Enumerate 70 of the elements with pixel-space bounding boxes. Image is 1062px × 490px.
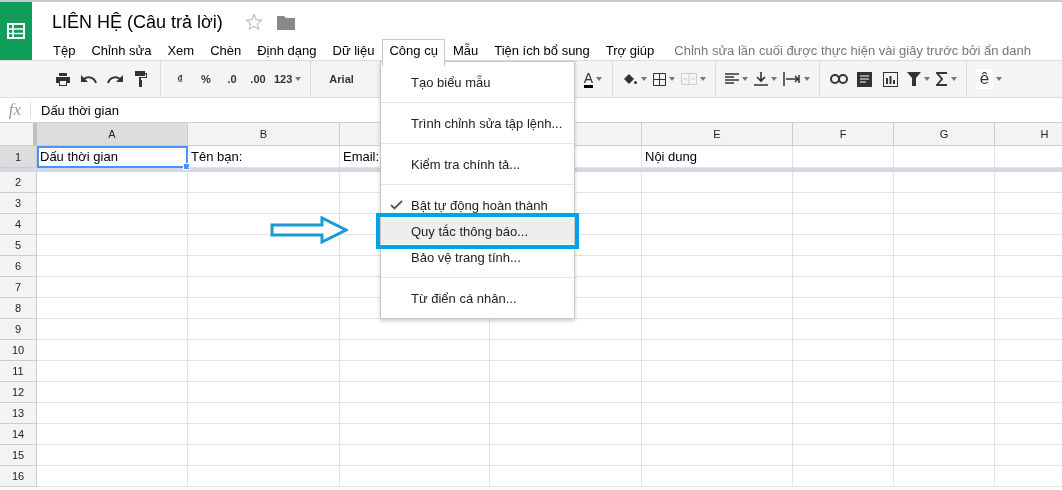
row-header[interactable]: 9 <box>0 319 37 340</box>
format-button[interactable]: .00 <box>245 65 271 93</box>
table-cell: Dấu thời gian <box>37 146 188 168</box>
sigma-icon <box>935 72 948 86</box>
row-header[interactable]: 10 <box>0 340 37 361</box>
row-header[interactable]: 8 <box>0 298 37 319</box>
format-button[interactable]: 123 <box>271 65 305 93</box>
menu-item[interactable]: Dữ liệu <box>324 39 383 61</box>
column-header[interactable]: E <box>642 123 793 146</box>
menu-item[interactable]: Mẫu <box>444 39 487 61</box>
align-bottom-icon <box>753 72 768 86</box>
borders-icon <box>652 72 666 86</box>
function-label: fx <box>7 100 23 120</box>
row-header[interactable]: 14 <box>0 424 37 445</box>
row-header[interactable]: 5 <box>0 235 37 256</box>
formula-input[interactable]: Dấu thời gian <box>41 102 119 118</box>
column-header[interactable]: B <box>188 123 340 146</box>
star-icon[interactable] <box>244 13 263 31</box>
text-color-button[interactable]: A <box>579 65 606 93</box>
row-header[interactable]: 12 <box>0 382 37 403</box>
row-header[interactable]: 3 <box>0 193 37 214</box>
row-header[interactable]: 4 <box>0 214 37 235</box>
row-header[interactable]: 2 <box>0 172 37 193</box>
last-edit-note[interactable]: Chỉnh sửa lần cuối được thực hiện vài giây trước bởi ẩn danh <box>674 42 1032 58</box>
menu-item[interactable]: Chèn <box>202 39 250 61</box>
column-header[interactable]: G <box>894 123 995 146</box>
column-header[interactable]: H <box>995 123 1062 146</box>
redo-icon <box>107 74 123 84</box>
row-header[interactable]: 15 <box>0 445 37 466</box>
sheet-icon <box>7 23 25 39</box>
comment-icon <box>857 71 873 87</box>
link-icon <box>829 74 848 84</box>
document-title[interactable]: LIÊN HỆ (Câu trả lời) <box>52 11 223 33</box>
menu-option[interactable]: Trình chỉnh sửa tập lệnh... <box>381 110 574 136</box>
menu-item[interactable]: Xem <box>159 39 203 61</box>
paint-roller-icon <box>135 71 147 87</box>
printer-icon <box>56 72 70 86</box>
format-button[interactable]: .0 <box>219 65 245 93</box>
undo-icon <box>81 74 97 84</box>
row-header[interactable]: 16 <box>0 466 37 487</box>
font-dropdown[interactable]: Arial <box>317 65 366 93</box>
arrow-icon <box>270 216 348 244</box>
format-button[interactable]: % <box>193 65 219 93</box>
sheets-logo[interactable] <box>0 2 32 60</box>
chart-icon <box>882 70 900 88</box>
menu-option[interactable]: Bảo vệ trang tính... <box>381 244 574 270</box>
row-header[interactable]: 7 <box>0 277 37 298</box>
check-icon <box>390 200 403 210</box>
folder-icon[interactable] <box>276 14 295 30</box>
menu-option[interactable]: Tạo biểu mẫu <box>381 69 574 95</box>
menu-item[interactable]: Công cụ <box>382 39 445 66</box>
row-header[interactable]: 13 <box>0 403 37 424</box>
merge-cells-icon <box>680 73 697 85</box>
menu-option[interactable]: Bật tự động hoàn thành <box>381 192 574 218</box>
column-header[interactable]: F <box>793 123 894 146</box>
text-wrap-icon <box>782 72 801 86</box>
row-header[interactable]: 6 <box>0 256 37 277</box>
row-header[interactable]: 11 <box>0 361 37 382</box>
menu-option[interactable]: Từ điển cá nhân... <box>381 285 574 311</box>
filter-icon <box>906 72 921 86</box>
row-header[interactable]: 1 <box>0 146 37 168</box>
menu-item[interactable]: Định dạng <box>249 39 325 61</box>
menu-item[interactable]: Tệp <box>52 39 84 61</box>
menu-item[interactable]: Chỉnh sửa <box>83 39 160 61</box>
column-header[interactable]: A <box>37 123 188 146</box>
format-button[interactable]: ₫ <box>167 65 193 93</box>
menu-item[interactable]: Tiện ích bổ sung <box>486 39 598 61</box>
input-tools-button[interactable]: ê <box>972 65 1006 93</box>
align-left-icon <box>724 73 739 85</box>
menu-item[interactable]: Trợ giúp <box>597 39 663 61</box>
